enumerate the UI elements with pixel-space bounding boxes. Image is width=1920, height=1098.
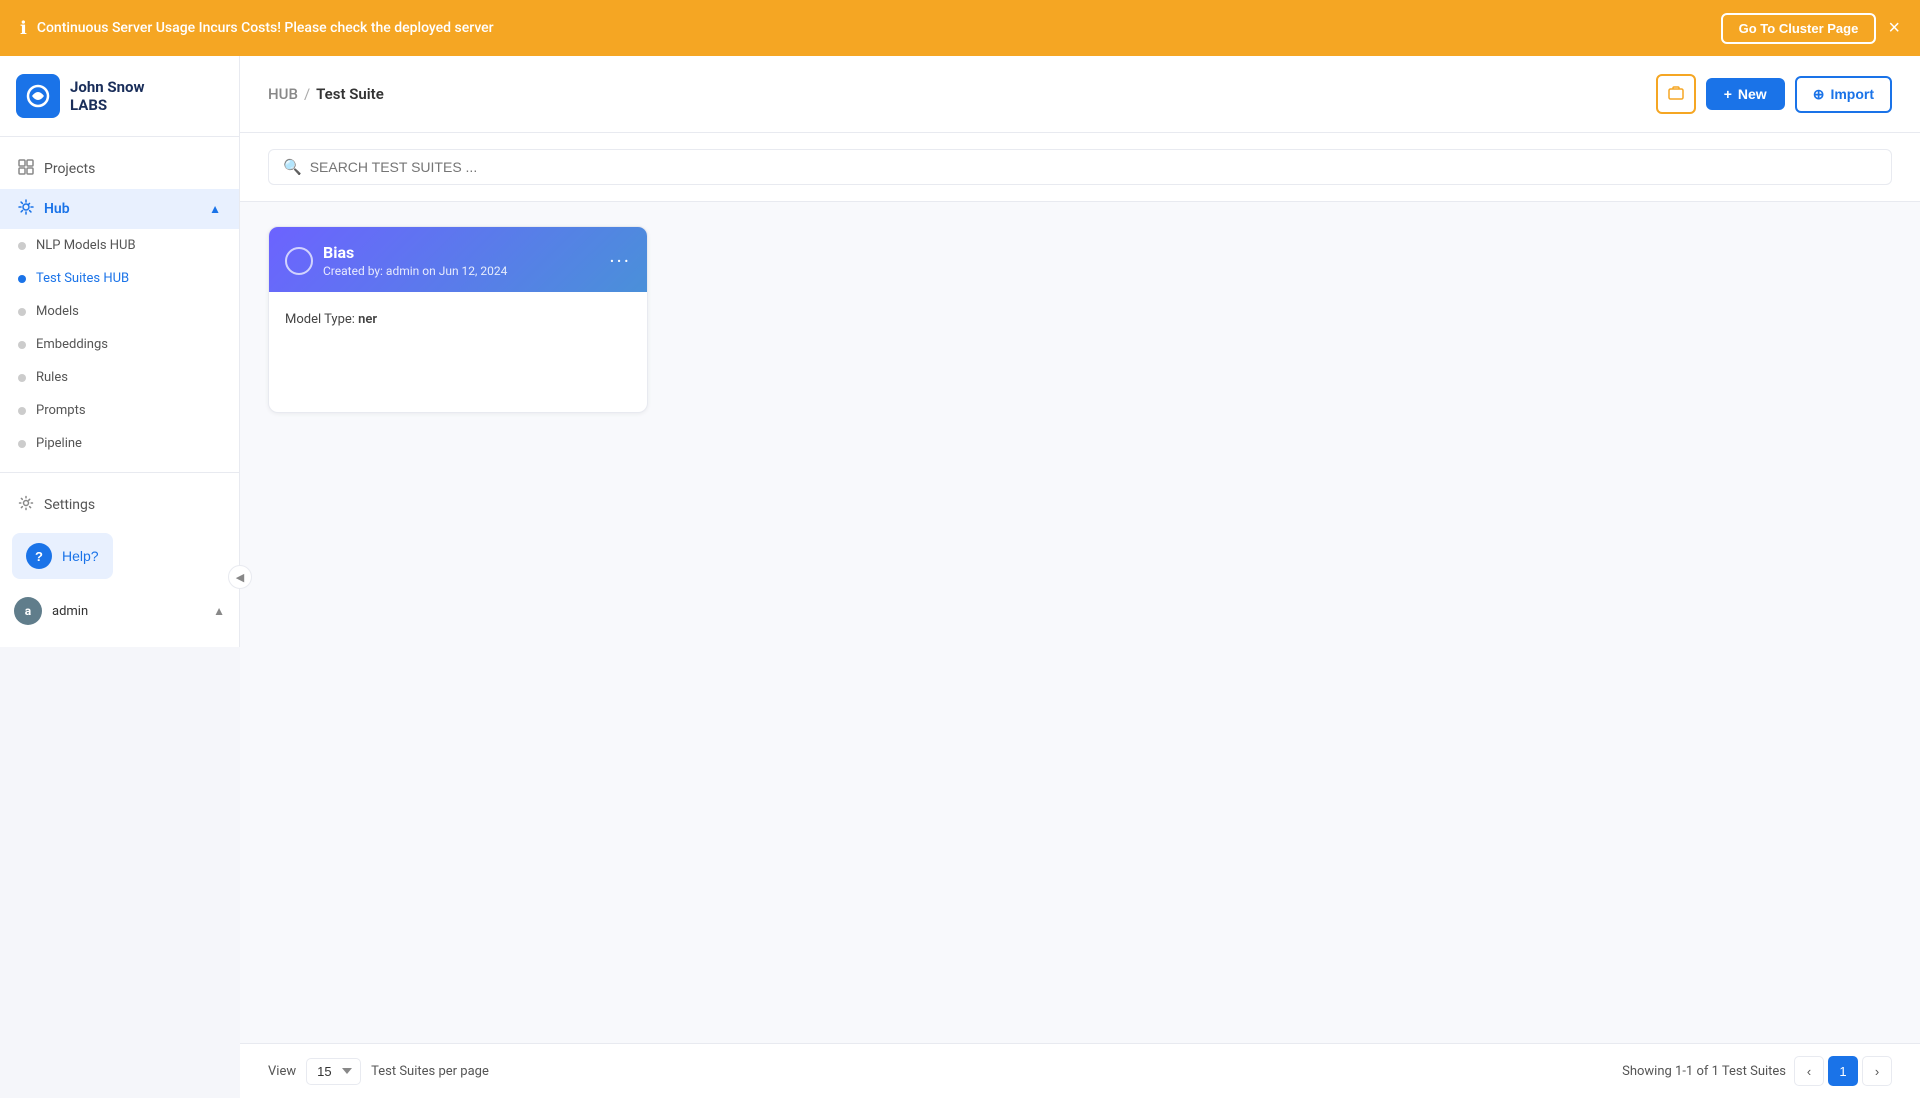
import-icon: ⊕ <box>1813 86 1825 103</box>
help-button[interactable]: ? Help? <box>12 533 113 579</box>
help-icon: ? <box>26 543 52 569</box>
prev-page-button[interactable]: ‹ <box>1794 1056 1824 1086</box>
sidebar-item-prompts[interactable]: Prompts <box>0 394 239 427</box>
import-button[interactable]: ⊕ Import <box>1795 76 1892 113</box>
view-label: View <box>268 1064 296 1079</box>
sidebar-collapse-button[interactable]: ◀ <box>228 565 252 589</box>
banner: ℹ Continuous Server Usage Incurs Costs! … <box>0 0 1920 56</box>
page-1-button[interactable]: 1 <box>1828 1056 1858 1086</box>
sidebar-item-embeddings[interactable]: Embeddings <box>0 328 239 361</box>
card-model-type: Model Type: ner <box>285 312 377 327</box>
breadcrumb-current: Test Suite <box>316 85 384 103</box>
sidebar-item-hub[interactable]: Hub ▲ <box>0 189 239 229</box>
nlp-models-label: NLP Models HUB <box>36 238 136 253</box>
content: HUB / Test Suite + New ⊕ Import <box>240 56 1920 1098</box>
sidebar-item-nlp-models[interactable]: NLP Models HUB <box>0 229 239 262</box>
pipeline-label: Pipeline <box>36 436 82 451</box>
breadcrumb-hub: HUB <box>268 85 298 103</box>
logo-line2: LABS <box>70 96 145 114</box>
projects-label: Projects <box>44 161 95 177</box>
hub-icon <box>18 199 34 219</box>
per-page-label: Test Suites per page <box>371 1064 489 1079</box>
models-label: Models <box>36 304 79 319</box>
card-menu-button[interactable]: ··· <box>609 249 631 273</box>
card-title: Bias <box>323 243 507 262</box>
user-chevron-icon: ▲ <box>213 604 225 618</box>
orange-icon-button[interactable] <box>1656 74 1696 114</box>
settings-icon <box>18 495 34 515</box>
per-page-select[interactable]: 5 10 15 25 50 <box>306 1058 361 1085</box>
banner-message: Continuous Server Usage Incurs Costs! Pl… <box>37 20 494 36</box>
sidebar-nav: Projects Hub ▲ <box>0 137 239 472</box>
avatar: a <box>14 597 42 625</box>
sidebar-item-models[interactable]: Models <box>0 295 239 328</box>
breadcrumb: HUB / Test Suite <box>268 85 384 103</box>
card-model-value: ner <box>358 312 377 327</box>
cluster-button[interactable]: Go To Cluster Page <box>1721 13 1877 44</box>
sidebar: John Snow LABS Projects <box>0 56 240 1098</box>
sidebar-item-projects[interactable]: Projects <box>0 149 239 189</box>
search-input-wrap: 🔍 <box>268 149 1892 185</box>
test-suites-label: Test Suites HUB <box>36 271 129 286</box>
sidebar-logo: John Snow LABS <box>0 56 239 137</box>
rules-label: Rules <box>36 370 68 385</box>
pagination: ‹ 1 › <box>1794 1056 1892 1086</box>
card-body: Model Type: ner <box>269 292 647 412</box>
footer-left: View 5 10 15 25 50 Test Suites per page <box>268 1058 489 1085</box>
search-icon: 🔍 <box>283 158 302 176</box>
sidebar-item-rules[interactable]: Rules <box>0 361 239 394</box>
search-bar: 🔍 <box>240 133 1920 202</box>
footer-right: Showing 1-1 of 1 Test Suites ‹ 1 › <box>1622 1056 1892 1086</box>
cards-area: Bias Created by: admin on Jun 12, 2024 ·… <box>240 202 1920 1043</box>
banner-close-button[interactable]: × <box>1888 17 1900 40</box>
card-circle-icon <box>285 247 313 275</box>
showing-text: Showing 1-1 of 1 Test Suites <box>1622 1064 1786 1079</box>
header-actions: + New ⊕ Import <box>1656 74 1892 114</box>
user-row[interactable]: a admin ▲ <box>0 587 239 635</box>
help-label: Help? <box>62 548 99 564</box>
cards-grid: Bias Created by: admin on Jun 12, 2024 ·… <box>268 226 1892 413</box>
sidebar-item-pipeline[interactable]: Pipeline <box>0 427 239 460</box>
user-name: admin <box>52 604 88 619</box>
card-subtitle: Created by: admin on Jun 12, 2024 <box>323 264 507 278</box>
hub-chevron-icon: ▲ <box>209 202 221 216</box>
content-footer: View 5 10 15 25 50 Test Suites per page … <box>240 1043 1920 1098</box>
info-icon: ℹ <box>20 18 27 39</box>
next-page-button[interactable]: › <box>1862 1056 1892 1086</box>
card-header: Bias Created by: admin on Jun 12, 2024 ·… <box>269 227 647 292</box>
search-input[interactable] <box>310 159 1877 175</box>
prompts-label: Prompts <box>36 403 86 418</box>
projects-icon <box>18 159 34 179</box>
hub-children: NLP Models HUB Test Suites HUB Models Em… <box>0 229 239 460</box>
new-button[interactable]: + New <box>1706 78 1785 110</box>
content-header: HUB / Test Suite + New ⊕ Import <box>240 56 1920 133</box>
logo-line1: John Snow <box>70 78 145 96</box>
logo-icon <box>16 74 60 118</box>
settings-label: Settings <box>44 497 95 513</box>
sidebar-item-test-suites[interactable]: Test Suites HUB <box>0 262 239 295</box>
hub-section: Hub ▲ NLP Models HUB Test Suites HUB Mod… <box>0 189 239 460</box>
hub-label: Hub <box>44 201 70 217</box>
sidebar-bottom: Settings ? Help? a admin ▲ <box>0 472 239 647</box>
sidebar-item-settings[interactable]: Settings <box>0 485 239 525</box>
card-bias: Bias Created by: admin on Jun 12, 2024 ·… <box>268 226 648 413</box>
new-plus-icon: + <box>1724 86 1732 102</box>
breadcrumb-separator: / <box>304 85 310 103</box>
embeddings-label: Embeddings <box>36 337 108 352</box>
